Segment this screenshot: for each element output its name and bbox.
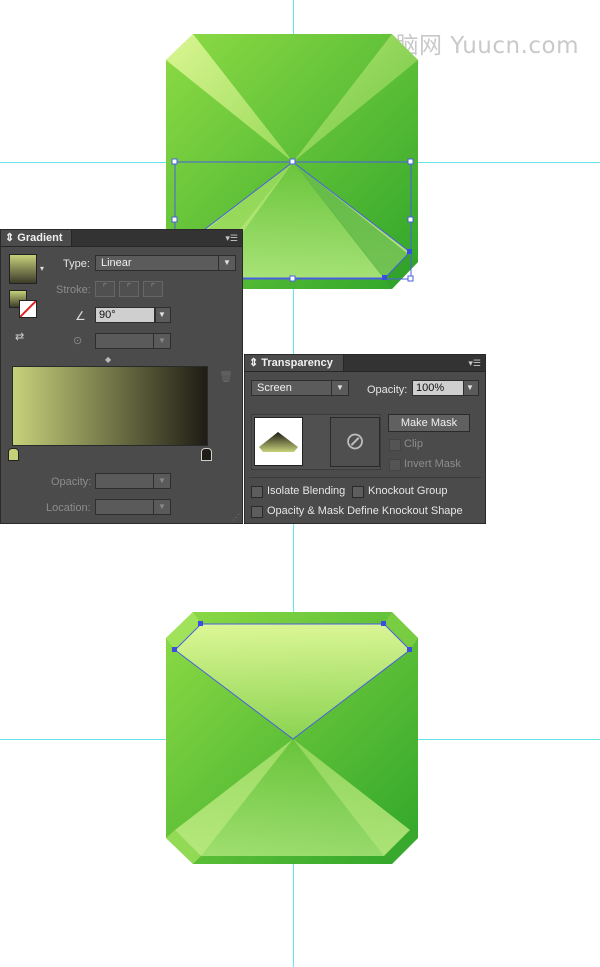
- dropdown-arrow-icon: ▼: [153, 474, 170, 488]
- clip-checkbox[interactable]: [389, 439, 401, 451]
- collapse-icon: ⇕: [5, 232, 15, 244]
- angle-input[interactable]: 90°: [95, 307, 155, 323]
- isolate-blending-checkbox[interactable]: [251, 486, 263, 498]
- stroke-along-button[interactable]: ⌜: [119, 281, 139, 297]
- opacity-label: Opacity:: [367, 384, 408, 396]
- stroke-across-button[interactable]: ⌜: [143, 281, 163, 297]
- location-label: Location:: [46, 502, 91, 514]
- stop-opacity-label: Opacity:: [51, 476, 92, 488]
- type-label: Type:: [63, 258, 90, 270]
- reverse-gradient-icon[interactable]: ⇄: [15, 330, 24, 343]
- stop-opacity-dropdown[interactable]: ▼: [95, 473, 171, 489]
- dropdown-arrow-icon: ▼: [153, 334, 170, 348]
- opacity-dropdown[interactable]: ▼: [463, 380, 479, 396]
- divider: [249, 477, 481, 478]
- transparency-panel-tab[interactable]: ⇕ Transparency: [245, 355, 344, 371]
- gradient-panel-title: Gradient: [17, 232, 63, 244]
- transparency-panel: ⇕ Transparency ▾☰ Screen ▼ Opacity: 100%…: [244, 354, 486, 524]
- gradient-slider[interactable]: [12, 366, 208, 446]
- transparency-panel-title: Transparency: [261, 357, 333, 369]
- collapse-icon: ⇕: [249, 357, 259, 369]
- dropdown-arrow-icon: ▼: [218, 256, 235, 270]
- gradient-swatch[interactable]: [9, 254, 37, 284]
- trash-icon[interactable]: 🗑: [219, 370, 233, 383]
- dropdown-arrow-icon: ▼: [158, 310, 166, 319]
- stroke-within-button[interactable]: ⌜: [95, 281, 115, 297]
- clip-label: Clip: [404, 438, 423, 450]
- aspect-ratio-dropdown[interactable]: ▼: [95, 333, 171, 349]
- type-value: Linear: [101, 257, 132, 269]
- panel-menu-icon[interactable]: ▾☰: [225, 232, 238, 244]
- midpoint-diamond-icon[interactable]: ◆: [105, 355, 111, 364]
- opacity-mask-define-checkbox[interactable]: [251, 506, 263, 518]
- dropdown-arrow-icon: ▼: [331, 381, 348, 395]
- no-mask-icon[interactable]: ⊘: [330, 417, 380, 467]
- panel-menu-icon[interactable]: ▾☰: [468, 357, 481, 369]
- stroke-label: Stroke:: [56, 284, 91, 296]
- type-dropdown[interactable]: Linear ▼: [95, 255, 236, 271]
- knockout-group-checkbox[interactable]: [352, 486, 364, 498]
- opacity-input[interactable]: 100%: [412, 380, 464, 396]
- knockout-group-label: Knockout Group: [368, 485, 448, 497]
- color-stop-end[interactable]: [201, 448, 212, 461]
- make-mask-button[interactable]: Make Mask: [388, 414, 470, 432]
- aspect-ratio-icon: ⊙: [73, 335, 83, 347]
- gradient-panel-tabbar: ⇕ Gradient ▾☰: [1, 230, 242, 247]
- transparency-panel-tabbar: ⇕ Transparency ▾☰: [245, 355, 485, 372]
- angle-icon: ∠: [75, 309, 86, 323]
- invert-mask-label: Invert Mask: [404, 458, 461, 470]
- dropdown-arrow-icon: ▼: [466, 383, 474, 392]
- gem-bottom[interactable]: [166, 612, 418, 864]
- isolate-blending-label: Isolate Blending: [267, 485, 346, 497]
- gradient-panel-tab[interactable]: ⇕ Gradient: [1, 230, 72, 246]
- stroke-swatch[interactable]: [19, 300, 37, 318]
- gradient-panel: ⇕ Gradient ▾☰ ▾ ⇄ Type: Linear ▼ Stroke:…: [0, 229, 243, 524]
- location-dropdown[interactable]: ▼: [95, 499, 171, 515]
- resize-grip-icon[interactable]: ⋰: [232, 513, 240, 522]
- dropdown-arrow-icon: ▼: [153, 500, 170, 514]
- color-stop-start[interactable]: [8, 448, 19, 461]
- angle-dropdown[interactable]: ▼: [155, 307, 171, 323]
- blend-mode-value: Screen: [257, 382, 292, 394]
- opacity-mask-define-label: Opacity & Mask Define Knockout Shape: [267, 505, 463, 517]
- chevron-down-icon[interactable]: ▾: [40, 264, 44, 273]
- invert-mask-checkbox[interactable]: [389, 459, 401, 471]
- blend-mode-dropdown[interactable]: Screen ▼: [251, 380, 349, 396]
- artwork-thumbnail[interactable]: [254, 417, 303, 466]
